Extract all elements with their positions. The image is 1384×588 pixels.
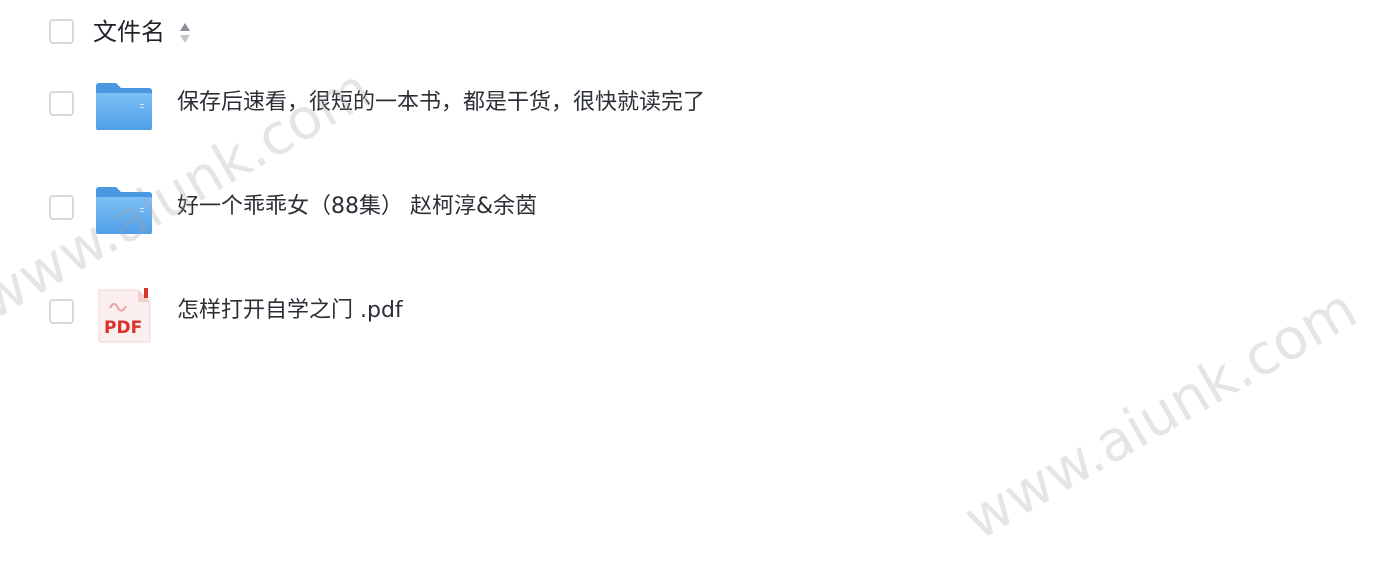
row-checkbox[interactable] (49, 91, 74, 116)
file-name-link[interactable]: 怎样打开自学之门 .pdf (177, 296, 403, 326)
select-all-checkbox[interactable] (49, 19, 74, 44)
file-list-header: 文件名 (0, 0, 1384, 66)
pdf-icon-label: PDF (104, 318, 142, 338)
file-name-link[interactable]: 好一个乖乖女（88集） 赵柯淳&余茵 (177, 192, 537, 222)
folder-icon (96, 187, 152, 234)
file-name-link[interactable]: 保存后速看，很短的一本书，都是干货，很快就读完了 (177, 88, 705, 118)
pdf-file-icon: PDF (98, 288, 151, 343)
row-checkbox[interactable] (49, 195, 74, 220)
file-row[interactable]: PDF 怎样打开自学之门 .pdf (0, 266, 1384, 370)
sort-updown-icon[interactable] (179, 21, 191, 45)
row-checkbox[interactable] (49, 299, 74, 324)
column-header-filename[interactable]: 文件名 (93, 16, 165, 48)
file-list-page: 文件名 保存后速看，很短的一本书，都是干货，很快就读完了 好一个乖乖女（88集）… (0, 0, 1384, 588)
folder-icon (96, 83, 152, 130)
file-row[interactable]: 保存后速看，很短的一本书，都是干货，很快就读完了 (0, 58, 1384, 162)
file-row[interactable]: 好一个乖乖女（88集） 赵柯淳&余茵 (0, 162, 1384, 266)
